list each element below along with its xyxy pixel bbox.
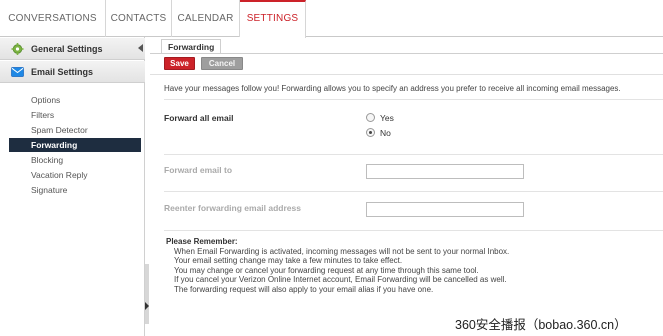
top-navigation: CONVERSATIONS CONTACTS CALENDAR SETTINGS xyxy=(0,0,663,38)
section-divider xyxy=(164,230,663,231)
sidebar-item-vacation-reply[interactable]: Vacation Reply xyxy=(9,168,141,182)
save-button[interactable]: Save xyxy=(164,57,195,70)
radio-no-button[interactable] xyxy=(366,128,375,138)
remember-line: Your email setting change may take a few… xyxy=(174,256,403,266)
tab-divider xyxy=(150,53,663,54)
toolbar-divider xyxy=(150,74,663,75)
radio-no[interactable]: No xyxy=(366,127,391,139)
forward-all-label: Forward all email xyxy=(164,113,234,123)
tab-forwarding[interactable]: Forwarding xyxy=(161,39,222,54)
tab-conversations[interactable]: CONVERSATIONS xyxy=(0,0,106,37)
remember-line: If you cancel your Verizon Online Intern… xyxy=(174,275,507,285)
sidebar-item-blocking[interactable]: Blocking xyxy=(9,153,141,167)
email-settings-header[interactable]: Email Settings xyxy=(0,61,145,83)
radio-yes-label: Yes xyxy=(380,113,394,123)
tab-calendar[interactable]: CALENDAR xyxy=(172,0,240,37)
section-divider xyxy=(164,99,663,100)
remember-title: Please Remember: xyxy=(166,237,238,246)
reenter-input[interactable] xyxy=(366,202,524,217)
sidebar-item-signature[interactable]: Signature xyxy=(9,183,141,197)
remember-line: You may change or cancel your forwarding… xyxy=(174,265,479,275)
forwarding-panel: Forwarding Save Cancel Have your message… xyxy=(150,37,663,336)
remember-notes: Please Remember: When Email Forwarding i… xyxy=(166,237,509,295)
radio-yes-button[interactable] xyxy=(366,113,375,123)
remember-line: The forwarding request will also apply t… xyxy=(174,284,434,294)
tab-contacts[interactable]: CONTACTS xyxy=(106,0,172,37)
general-settings-header[interactable]: General Settings xyxy=(0,38,145,60)
forward-to-label: Forward email to xyxy=(164,165,233,175)
general-settings-label: General Settings xyxy=(31,44,103,54)
sidebar-item-options[interactable]: Options xyxy=(9,93,141,107)
radio-no-label: No xyxy=(380,128,391,138)
cancel-button[interactable]: Cancel xyxy=(201,57,243,70)
sidebar-item-forwarding[interactable]: Forwarding xyxy=(9,138,141,152)
intro-text: Have your messages follow you! Forwardin… xyxy=(164,84,621,93)
sidebar-expand-handle[interactable] xyxy=(145,264,149,324)
radio-yes[interactable]: Yes xyxy=(366,112,394,124)
envelope-icon xyxy=(11,67,24,77)
sidebar-item-filters[interactable]: Filters xyxy=(9,108,141,122)
section-divider xyxy=(164,191,663,192)
sidebar-item-spam-detector[interactable]: Spam Detector xyxy=(9,123,141,137)
remember-line: When Email Forwarding is activated, inco… xyxy=(174,246,510,256)
gear-icon xyxy=(11,43,24,55)
section-divider xyxy=(164,154,663,155)
reenter-label: Reenter forwarding email address xyxy=(164,203,301,213)
tab-settings[interactable]: SETTINGS xyxy=(240,0,306,38)
settings-sidebar: General Settings Email Settings Options … xyxy=(0,37,145,336)
collapse-sidebar-icon[interactable] xyxy=(138,44,143,52)
email-settings-label: Email Settings xyxy=(31,67,94,77)
forward-to-input[interactable] xyxy=(366,164,524,179)
watermark-text: 360安全播报（bobao.360.cn） xyxy=(455,318,627,332)
